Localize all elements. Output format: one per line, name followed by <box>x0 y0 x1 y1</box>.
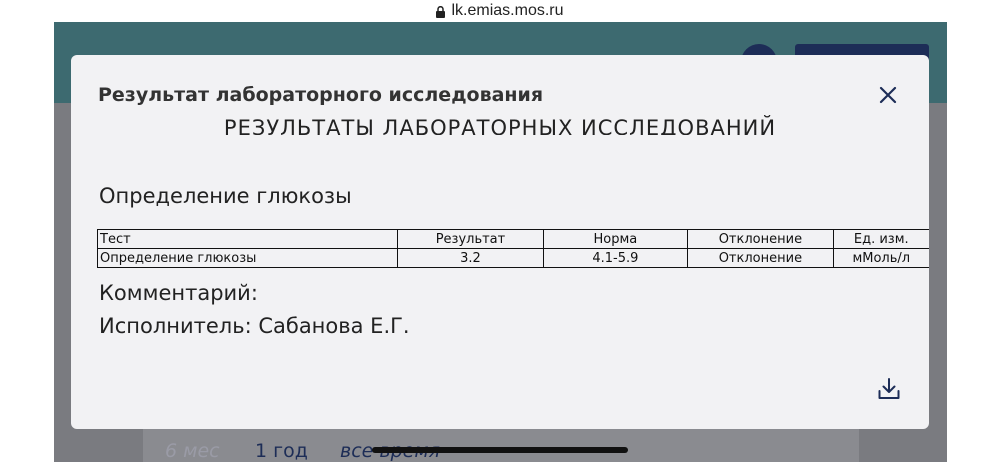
results-table: Тест Результат Норма Отклонение Ед. изм.… <box>96 229 929 268</box>
column-header-test: Тест <box>96 229 399 249</box>
browser-url: lk.emias.mos.ru <box>451 2 564 19</box>
report-heading: РЕЗУЛЬТАТЫ ЛАБОРАТОРНЫХ ИССЛЕДОВАНИЙ <box>223 116 777 135</box>
column-header-result: Результат <box>397 229 544 249</box>
lab-result-modal: Результат лабораторного исследования РЕЗ… <box>71 55 929 429</box>
table-header-row: Тест Результат Норма Отклонение Ед. изм. <box>96 229 929 249</box>
period-6-months[interactable]: 6 мес <box>165 440 220 462</box>
cell-result: 3.2 <box>397 248 544 268</box>
column-header-norm: Норма <box>542 229 689 249</box>
home-indicator <box>372 447 628 453</box>
column-header-unit: Ед. изм. <box>832 229 929 249</box>
browser-url-bar[interactable]: lk.emias.mos.ru <box>0 0 1000 22</box>
lock-icon <box>436 6 446 18</box>
cell-unit: мМоль/л <box>832 248 929 268</box>
download-button[interactable] <box>877 377 901 401</box>
test-name: Определение глюкозы <box>99 184 352 208</box>
download-icon <box>878 378 900 399</box>
close-icon <box>879 86 897 104</box>
period-1-year[interactable]: 1 год <box>255 440 308 462</box>
performer-text: Исполнитель: Сабанова Е.Г. <box>99 314 410 338</box>
close-button[interactable] <box>878 85 898 105</box>
comment-label: Комментарий: <box>99 281 258 305</box>
table-row: Определение глюкозы 3.2 4.1-5.9 Отклонен… <box>96 248 929 268</box>
modal-title: Результат лабораторного исследования <box>98 84 544 106</box>
cell-deviation: Отклонение <box>687 248 834 268</box>
column-header-deviation: Отклонение <box>687 229 834 249</box>
cell-test: Определение глюкозы <box>96 248 399 268</box>
cell-norm: 4.1-5.9 <box>542 248 689 268</box>
